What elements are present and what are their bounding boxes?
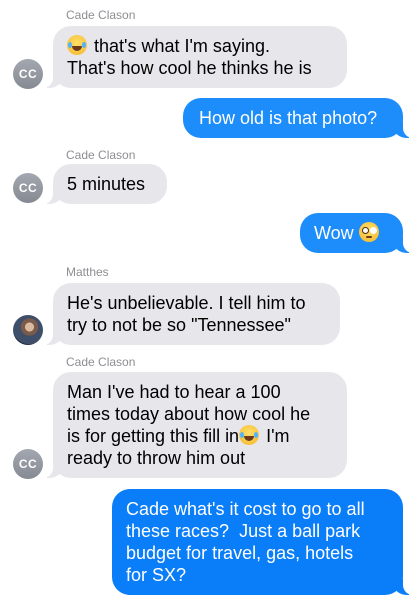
sender-name: Cade Clason (66, 355, 136, 369)
sender-name: Cade Clason (66, 148, 136, 162)
incoming-message-bubble[interactable]: 5 minutes (41, 164, 167, 204)
joy-emoji-icon (67, 35, 87, 55)
incoming-message-bubble[interactable]: He's unbelievable. I tell him to try to … (41, 283, 340, 345)
contact-avatar[interactable]: CC (13, 449, 43, 479)
outgoing-message-bubble[interactable]: Cade what's it cost to go to all these r… (112, 489, 415, 595)
contact-avatar-photo[interactable] (13, 315, 43, 345)
contact-avatar[interactable]: CC (13, 173, 43, 203)
contact-avatar[interactable]: CC (13, 59, 43, 89)
joy-emoji-icon (239, 425, 260, 445)
incoming-message-bubble[interactable]: that's what I'm saying. That's how cool … (41, 26, 347, 88)
message-thread: Cade Clason that's what I'm saying. That… (0, 0, 419, 600)
outgoing-message-bubble[interactable]: Wow (300, 213, 415, 253)
flushed-emoji-icon (358, 222, 379, 242)
message-text: Wow (314, 223, 354, 243)
sender-name: Cade Clason (66, 8, 136, 22)
sender-name: Matthes (66, 265, 109, 279)
outgoing-message-bubble[interactable]: How old is that photo? (183, 98, 415, 138)
message-text: that's what I'm saying. That's how cool … (67, 36, 312, 78)
incoming-message-bubble[interactable]: Man I've had to hear a 100 times today a… (41, 372, 347, 478)
